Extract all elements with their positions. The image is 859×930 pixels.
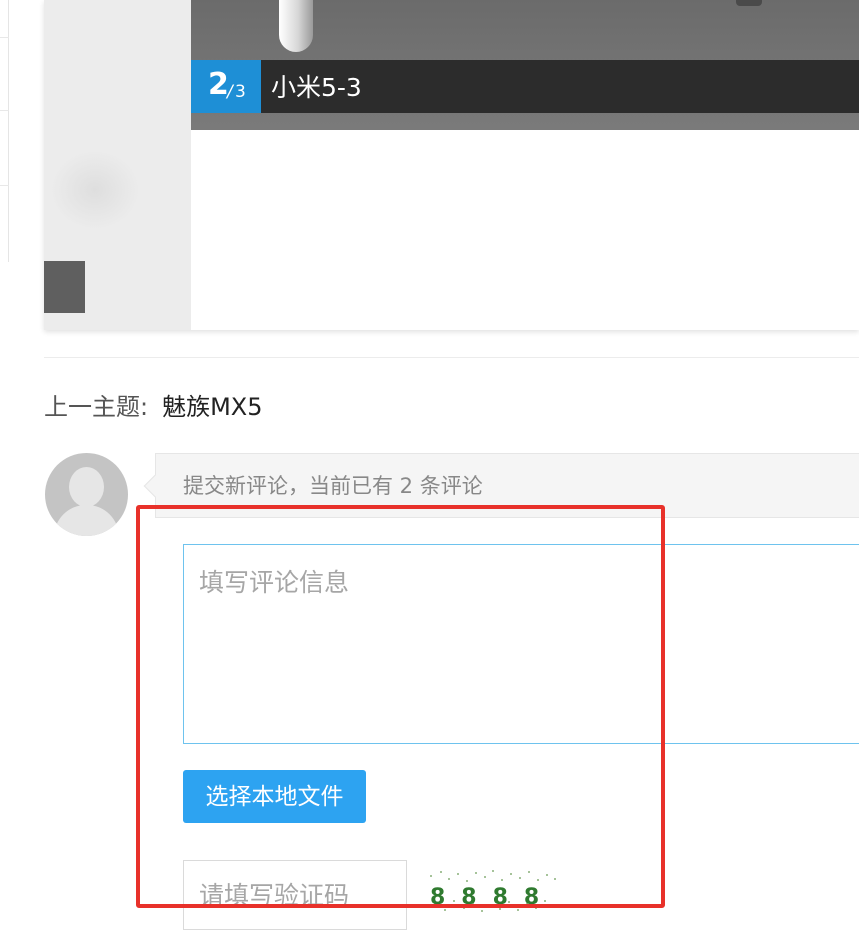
prev-topic-link[interactable]: 魅族MX5 — [162, 393, 262, 421]
comment-textarea[interactable] — [183, 544, 859, 744]
prev-topic-label: 上一主题: — [44, 393, 149, 421]
comment-count-text: 提交新评论，当前已有 2 条评论 — [183, 474, 483, 498]
slide-current-index: 2 — [208, 67, 229, 102]
divider — [44, 357, 859, 358]
left-sidebar-fragment — [0, 0, 9, 262]
choose-file-button[interactable]: 选择本地文件 — [183, 770, 366, 823]
image-gallery: 2 / 3 小米5-3 — [44, 0, 859, 330]
prev-topic-nav: 上一主题: 魅族MX5 — [44, 392, 263, 422]
avatar — [45, 453, 128, 536]
comment-header: 提交新评论，当前已有 2 条评论 — [143, 453, 859, 518]
sidebar-divider — [0, 110, 9, 111]
avatar-body-icon — [54, 505, 119, 536]
thumbnail-image[interactable] — [50, 150, 140, 230]
slide-image[interactable]: 2 / 3 小米5-3 — [191, 0, 859, 130]
avatar-head-icon — [69, 467, 104, 507]
slide-counter-separator: / — [227, 82, 233, 102]
phone-image-detail — [736, 0, 762, 6]
captcha-text: 8888 — [430, 885, 555, 910]
slide-counter: 2 / 3 — [191, 60, 261, 113]
captcha-image[interactable]: 8888 — [427, 868, 560, 914]
phone-image — [279, 0, 313, 52]
thumbnail-strip — [44, 0, 191, 330]
sidebar-divider — [0, 185, 9, 186]
captcha-input[interactable] — [183, 860, 407, 930]
sidebar-divider — [0, 37, 9, 38]
slide-total: 3 — [235, 82, 246, 102]
slide-caption-bar: 2 / 3 小米5-3 — [191, 60, 859, 113]
slide-caption: 小米5-3 — [271, 73, 362, 102]
thumbnail-selected[interactable] — [44, 261, 85, 313]
speech-arrow-icon — [143, 474, 167, 498]
